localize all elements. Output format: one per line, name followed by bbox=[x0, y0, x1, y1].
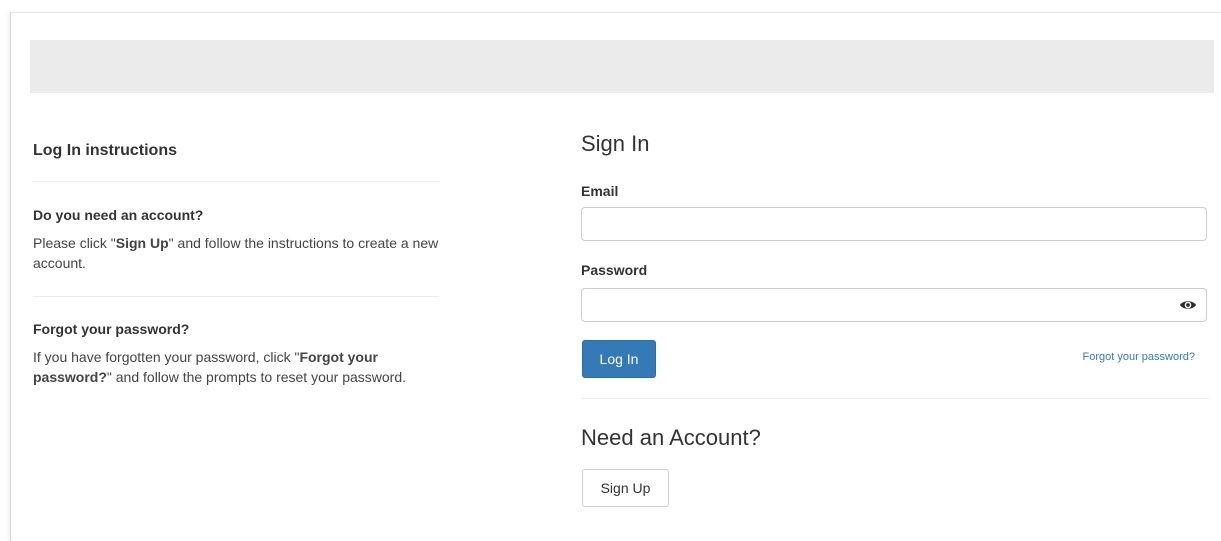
log-in-button[interactable]: Log In bbox=[582, 340, 656, 378]
email-field[interactable] bbox=[581, 207, 1207, 241]
forgot-text-before: If you have forgotten your password, cli… bbox=[33, 349, 300, 365]
need-account-text-bold: Sign Up bbox=[115, 235, 169, 251]
need-account-text-before: Please click " bbox=[33, 235, 116, 251]
need-account-heading: Do you need an account? bbox=[33, 207, 204, 223]
forgot-text-after: " and follow the prompts to reset your p… bbox=[106, 369, 407, 385]
sign-in-title: Sign In bbox=[581, 131, 650, 156]
login-instructions-panel: Log In instructions Do you need an accou… bbox=[33, 128, 439, 387]
top-banner bbox=[30, 40, 1214, 93]
divider bbox=[33, 181, 439, 182]
sign-in-panel: Sign In Email Password Log In Forgot you… bbox=[581, 128, 1209, 507]
password-label: Password bbox=[581, 262, 648, 278]
password-field[interactable] bbox=[581, 288, 1207, 322]
email-label: Email bbox=[581, 183, 619, 199]
forgot-password-heading: Forgot your password? bbox=[33, 321, 190, 337]
need-account-text: Please click "Sign Up" and follow the in… bbox=[33, 233, 439, 273]
instructions-title: Log In instructions bbox=[33, 142, 177, 159]
divider bbox=[33, 296, 439, 297]
password-field-wrapper bbox=[581, 288, 1207, 322]
eye-icon[interactable] bbox=[1179, 297, 1197, 313]
sign-up-button[interactable]: Sign Up bbox=[582, 469, 669, 507]
need-account-title: Need an Account? bbox=[581, 425, 761, 450]
divider bbox=[581, 398, 1209, 399]
forgot-password-link[interactable]: Forgot your password? bbox=[1083, 351, 1196, 363]
forgot-password-text: If you have forgotten your password, cli… bbox=[33, 347, 439, 387]
